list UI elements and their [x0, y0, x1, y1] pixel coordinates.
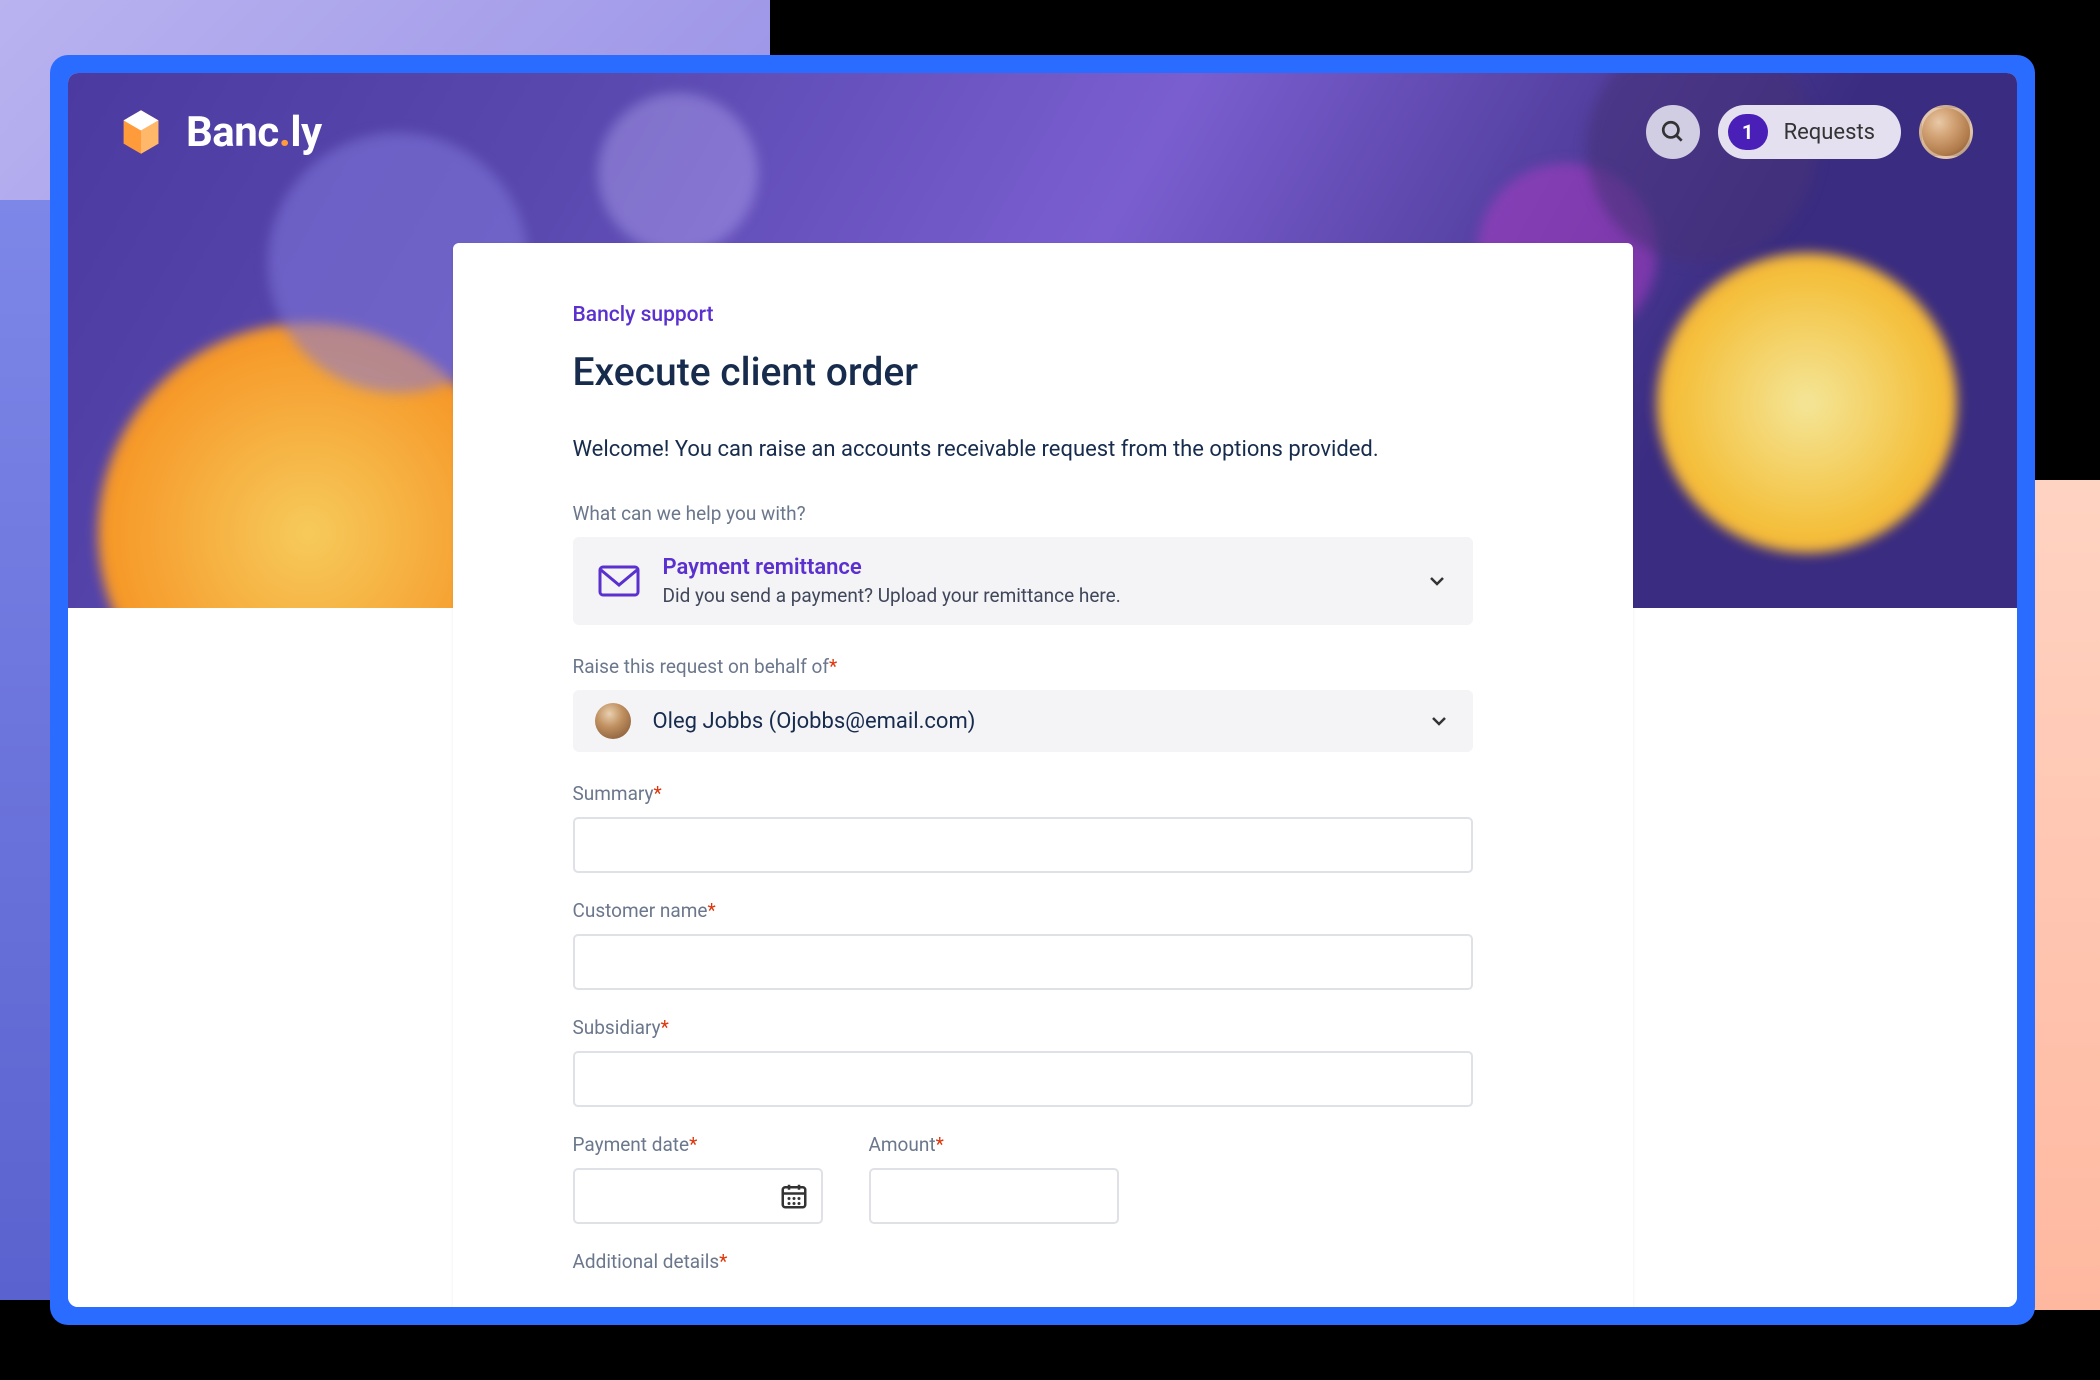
- chevron-down-icon: [1427, 709, 1451, 733]
- bokeh-light: [1657, 253, 1957, 553]
- top-bar: Banc.ly 1 Requests: [68, 73, 2017, 191]
- brand[interactable]: Banc.ly: [112, 103, 322, 161]
- payment-date-input[interactable]: [573, 1168, 823, 1224]
- chevron-down-icon: [1425, 569, 1449, 593]
- subsidiary-field: Subsidiary*: [573, 1016, 1513, 1107]
- search-icon: [1660, 119, 1686, 145]
- envelope-icon: [597, 563, 641, 599]
- payment-row: Payment date*: [573, 1133, 1513, 1224]
- behalf-avatar: [595, 703, 631, 739]
- form-card: Bancly support Execute client order Welc…: [453, 243, 1633, 1307]
- subsidiary-input[interactable]: [573, 1051, 1473, 1107]
- requests-label: Requests: [1784, 120, 1875, 145]
- summary-field: Summary*: [573, 782, 1513, 873]
- behalf-label: Raise this request on behalf of*: [573, 655, 1513, 678]
- breadcrumb[interactable]: Bancly support: [573, 303, 714, 327]
- help-label: What can we help you with?: [573, 502, 1513, 525]
- search-button[interactable]: [1646, 105, 1700, 159]
- summary-input[interactable]: [573, 817, 1473, 873]
- requests-count-badge: 1: [1728, 114, 1768, 150]
- user-avatar[interactable]: [1919, 105, 1973, 159]
- request-type-subtitle: Did you send a payment? Upload your remi…: [663, 584, 1403, 607]
- app-frame: Banc.ly 1 Requests: [50, 55, 2035, 1325]
- request-type-body: Payment remittance Did you send a paymen…: [663, 555, 1403, 607]
- intro-text: Welcome! You can raise an accounts recei…: [573, 437, 1513, 462]
- brand-logo-icon: [112, 103, 170, 161]
- brand-name: Banc.ly: [186, 108, 322, 157]
- app-inner: Banc.ly 1 Requests: [68, 73, 2017, 1307]
- requests-button[interactable]: 1 Requests: [1718, 105, 1901, 159]
- customer-field: Customer name*: [573, 899, 1513, 990]
- customer-name-input[interactable]: [573, 934, 1473, 990]
- request-type-title: Payment remittance: [663, 555, 1403, 580]
- page-title: Execute client order: [573, 349, 1513, 395]
- behalf-user: Oleg Jobbs (Ojobbs@email.com): [653, 709, 1405, 734]
- request-type-select[interactable]: Payment remittance Did you send a paymen…: [573, 537, 1473, 625]
- amount-input[interactable]: [869, 1168, 1119, 1224]
- additional-field: Additional details*: [573, 1250, 1513, 1273]
- behalf-select[interactable]: Oleg Jobbs (Ojobbs@email.com): [573, 690, 1473, 752]
- top-bar-right: 1 Requests: [1646, 105, 1973, 159]
